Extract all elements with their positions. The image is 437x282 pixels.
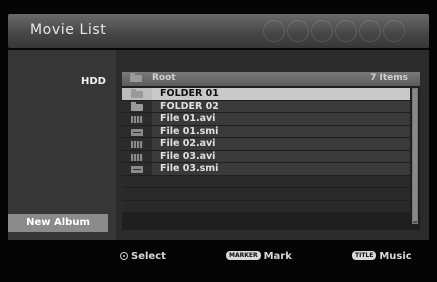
marker-key-icon: MARKER	[226, 251, 261, 260]
list-item[interactable]: File 03.smi	[122, 163, 410, 176]
select-icon	[120, 252, 128, 260]
music-label: Music	[379, 251, 412, 262]
file-list: Root 7 Items FOLDER 01 FOLDER 02 File 01…	[122, 72, 420, 230]
video-file-icon	[131, 116, 143, 123]
empty-row	[122, 200, 410, 213]
list-item-name: FOLDER 02	[160, 100, 219, 112]
video-file-icon	[131, 153, 143, 161]
list-item[interactable]: FOLDER 01	[122, 88, 410, 101]
sidebar: HDD New Album	[8, 50, 116, 240]
screen: Movie List HDD New Album Root 7 Items FO…	[0, 0, 437, 282]
root-label: Root	[152, 73, 176, 83]
device-label: HDD	[81, 76, 106, 87]
list-item-name: File 01.avi	[160, 113, 216, 124]
content-panel: HDD New Album Root 7 Items FOLDER 01 FOL…	[8, 50, 429, 240]
title-key-icon: TITLE	[352, 251, 377, 260]
list-header[interactable]: Root 7 Items	[122, 72, 420, 86]
list-item-name: File 03.avi	[160, 150, 216, 162]
video-file-icon	[131, 141, 143, 148]
folder-icon	[131, 101, 143, 111]
header-bar: Movie List	[8, 14, 429, 48]
list-item[interactable]: File 01.avi	[122, 113, 410, 126]
rows: FOLDER 01 FOLDER 02 File 01.avi File 01.…	[122, 88, 410, 213]
list-item[interactable]: File 03.avi	[122, 150, 410, 163]
select-hint: Select	[120, 251, 166, 262]
empty-row	[122, 175, 410, 188]
subtitle-file-icon	[131, 128, 143, 136]
select-label: Select	[131, 251, 166, 262]
music-hint: TITLE Music	[352, 251, 412, 262]
folder-icon	[130, 73, 142, 82]
list-item-name: File 01.smi	[160, 125, 219, 137]
page-title: Movie List	[30, 22, 107, 38]
list-item[interactable]: FOLDER 02	[122, 100, 410, 113]
scrollbar[interactable]	[412, 88, 418, 224]
list-item-name: FOLDER 01	[160, 88, 219, 99]
list-item-name: File 03.smi	[160, 163, 219, 174]
scrollbar-thumb[interactable]	[413, 89, 417, 221]
list-item[interactable]: File 01.smi	[122, 125, 410, 138]
list-item-name: File 02.avi	[160, 138, 216, 149]
mark-hint: MARKER Mark	[226, 251, 292, 262]
item-count: 7 Items	[370, 73, 408, 83]
footer-hints: Select MARKER Mark TITLE Music	[0, 244, 437, 270]
header-decoration	[253, 18, 423, 44]
subtitle-file-icon	[131, 166, 143, 173]
new-album-button[interactable]: New Album	[8, 214, 108, 232]
folder-icon	[131, 89, 143, 98]
empty-row	[122, 188, 410, 201]
list-item[interactable]: File 02.avi	[122, 138, 410, 151]
mark-label: Mark	[263, 251, 292, 262]
